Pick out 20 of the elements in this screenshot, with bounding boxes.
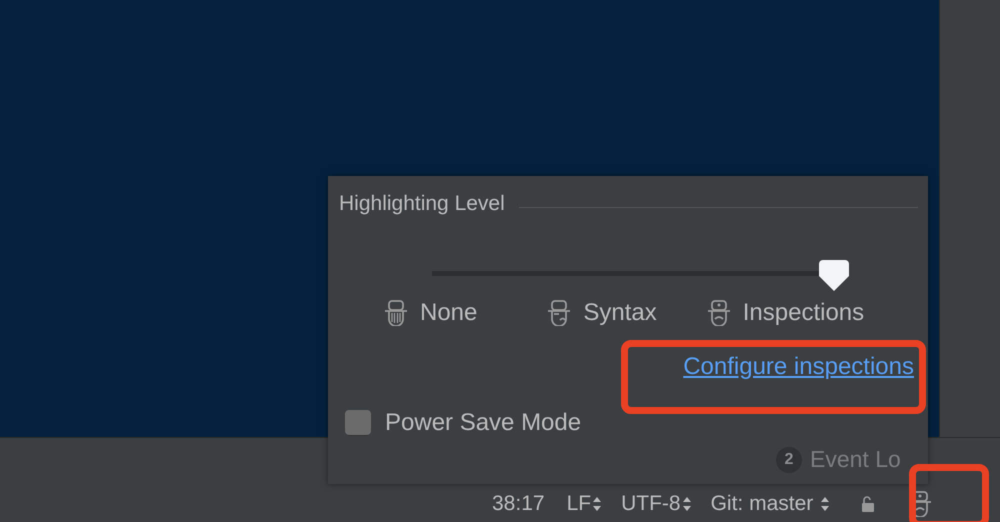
updown-icon <box>821 497 830 511</box>
event-log-label: Event Lo <box>810 446 901 473</box>
line-separator[interactable]: LF <box>566 492 592 516</box>
slider-thumb[interactable] <box>819 260 849 292</box>
popup-title: Highlighting Level <box>339 192 505 216</box>
vcs-branch[interactable]: Git: master <box>710 492 814 516</box>
updown-icon <box>593 497 602 511</box>
level-label[interactable]: None <box>420 299 478 327</box>
inspector-icon <box>547 300 572 326</box>
caret-position[interactable]: 38:17 <box>492 492 545 516</box>
configure-link[interactable]: Configure inspections <box>683 353 914 381</box>
unlocked-lock-icon[interactable] <box>861 496 876 512</box>
checkbox-label[interactable]: Power Save Mode <box>385 409 582 437</box>
inspector-icon <box>706 300 731 326</box>
level-label[interactable]: Inspections <box>742 299 864 327</box>
checkbox[interactable] <box>345 410 371 436</box>
encoding[interactable]: UTF-8 <box>621 492 681 516</box>
level-label[interactable]: Syntax <box>583 299 657 327</box>
updown-icon <box>682 497 691 511</box>
inspector-icon <box>384 300 408 326</box>
